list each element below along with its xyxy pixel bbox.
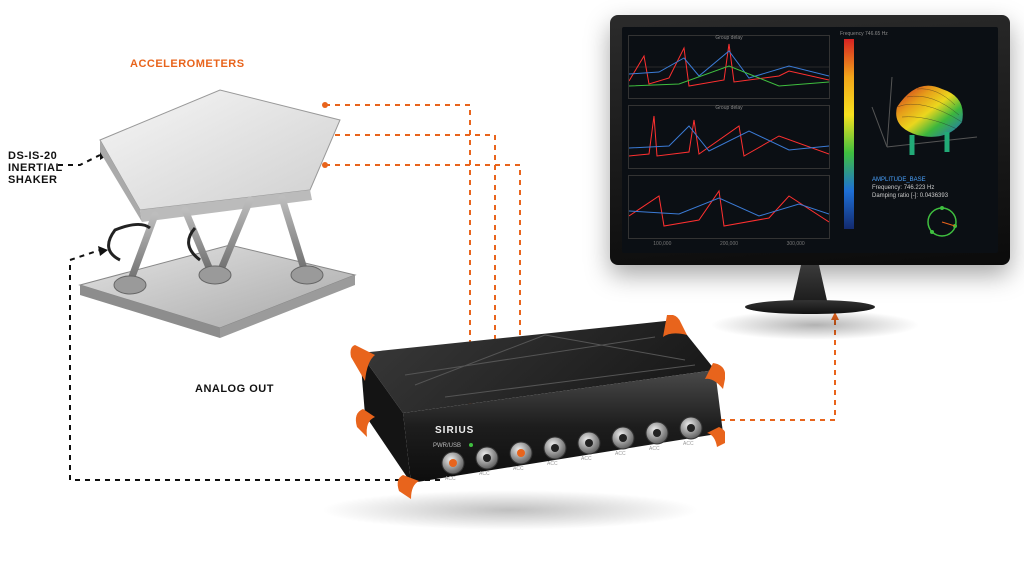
svg-text:ACC: ACC: [445, 476, 456, 482]
power-led-icon: [469, 443, 473, 447]
daq-pwr-label: PWR/USB: [433, 443, 461, 449]
stability-circle-icon: [922, 202, 962, 242]
xtick: 300,000: [787, 241, 805, 247]
analysis-monitor: Group delay Group delay: [610, 15, 1010, 345]
svg-text:ACC: ACC: [581, 456, 592, 462]
label-analog-out: ANALOG OUT: [195, 383, 274, 395]
svg-text:ACC: ACC: [479, 471, 490, 477]
daq-brand: SIRIUS: [435, 425, 474, 436]
plot-1: Group delay: [628, 35, 830, 99]
colorbar-title: Frequency 746.65 Hz: [840, 31, 888, 37]
svg-text:ACC: ACC: [683, 441, 694, 447]
inertial-shaker: [60, 60, 360, 340]
plot-3: 100,000 200,000 300,000: [628, 175, 830, 239]
label-shaker: DS-IS-20 INERTIAL SHAKER: [8, 150, 63, 186]
svg-text:ACC: ACC: [513, 466, 524, 472]
svg-text:ACC: ACC: [615, 451, 626, 457]
xtick: 200,000: [720, 241, 738, 247]
xtick: 100,000: [653, 241, 671, 247]
colorbar: [844, 39, 854, 229]
daq-device: SIRIUS PWR/USB ACC ACC ACC: [295, 315, 725, 525]
mode-info: AMPLITUDE_BASE Frequency: 746.223 Hz Dam…: [872, 177, 948, 200]
svg-text:ACC: ACC: [547, 461, 558, 467]
mode-shape-3d: [867, 47, 987, 167]
plot-2: Group delay: [628, 105, 830, 169]
monitor-screen: Group delay Group delay: [622, 27, 998, 253]
svg-text:ACC: ACC: [649, 446, 660, 452]
